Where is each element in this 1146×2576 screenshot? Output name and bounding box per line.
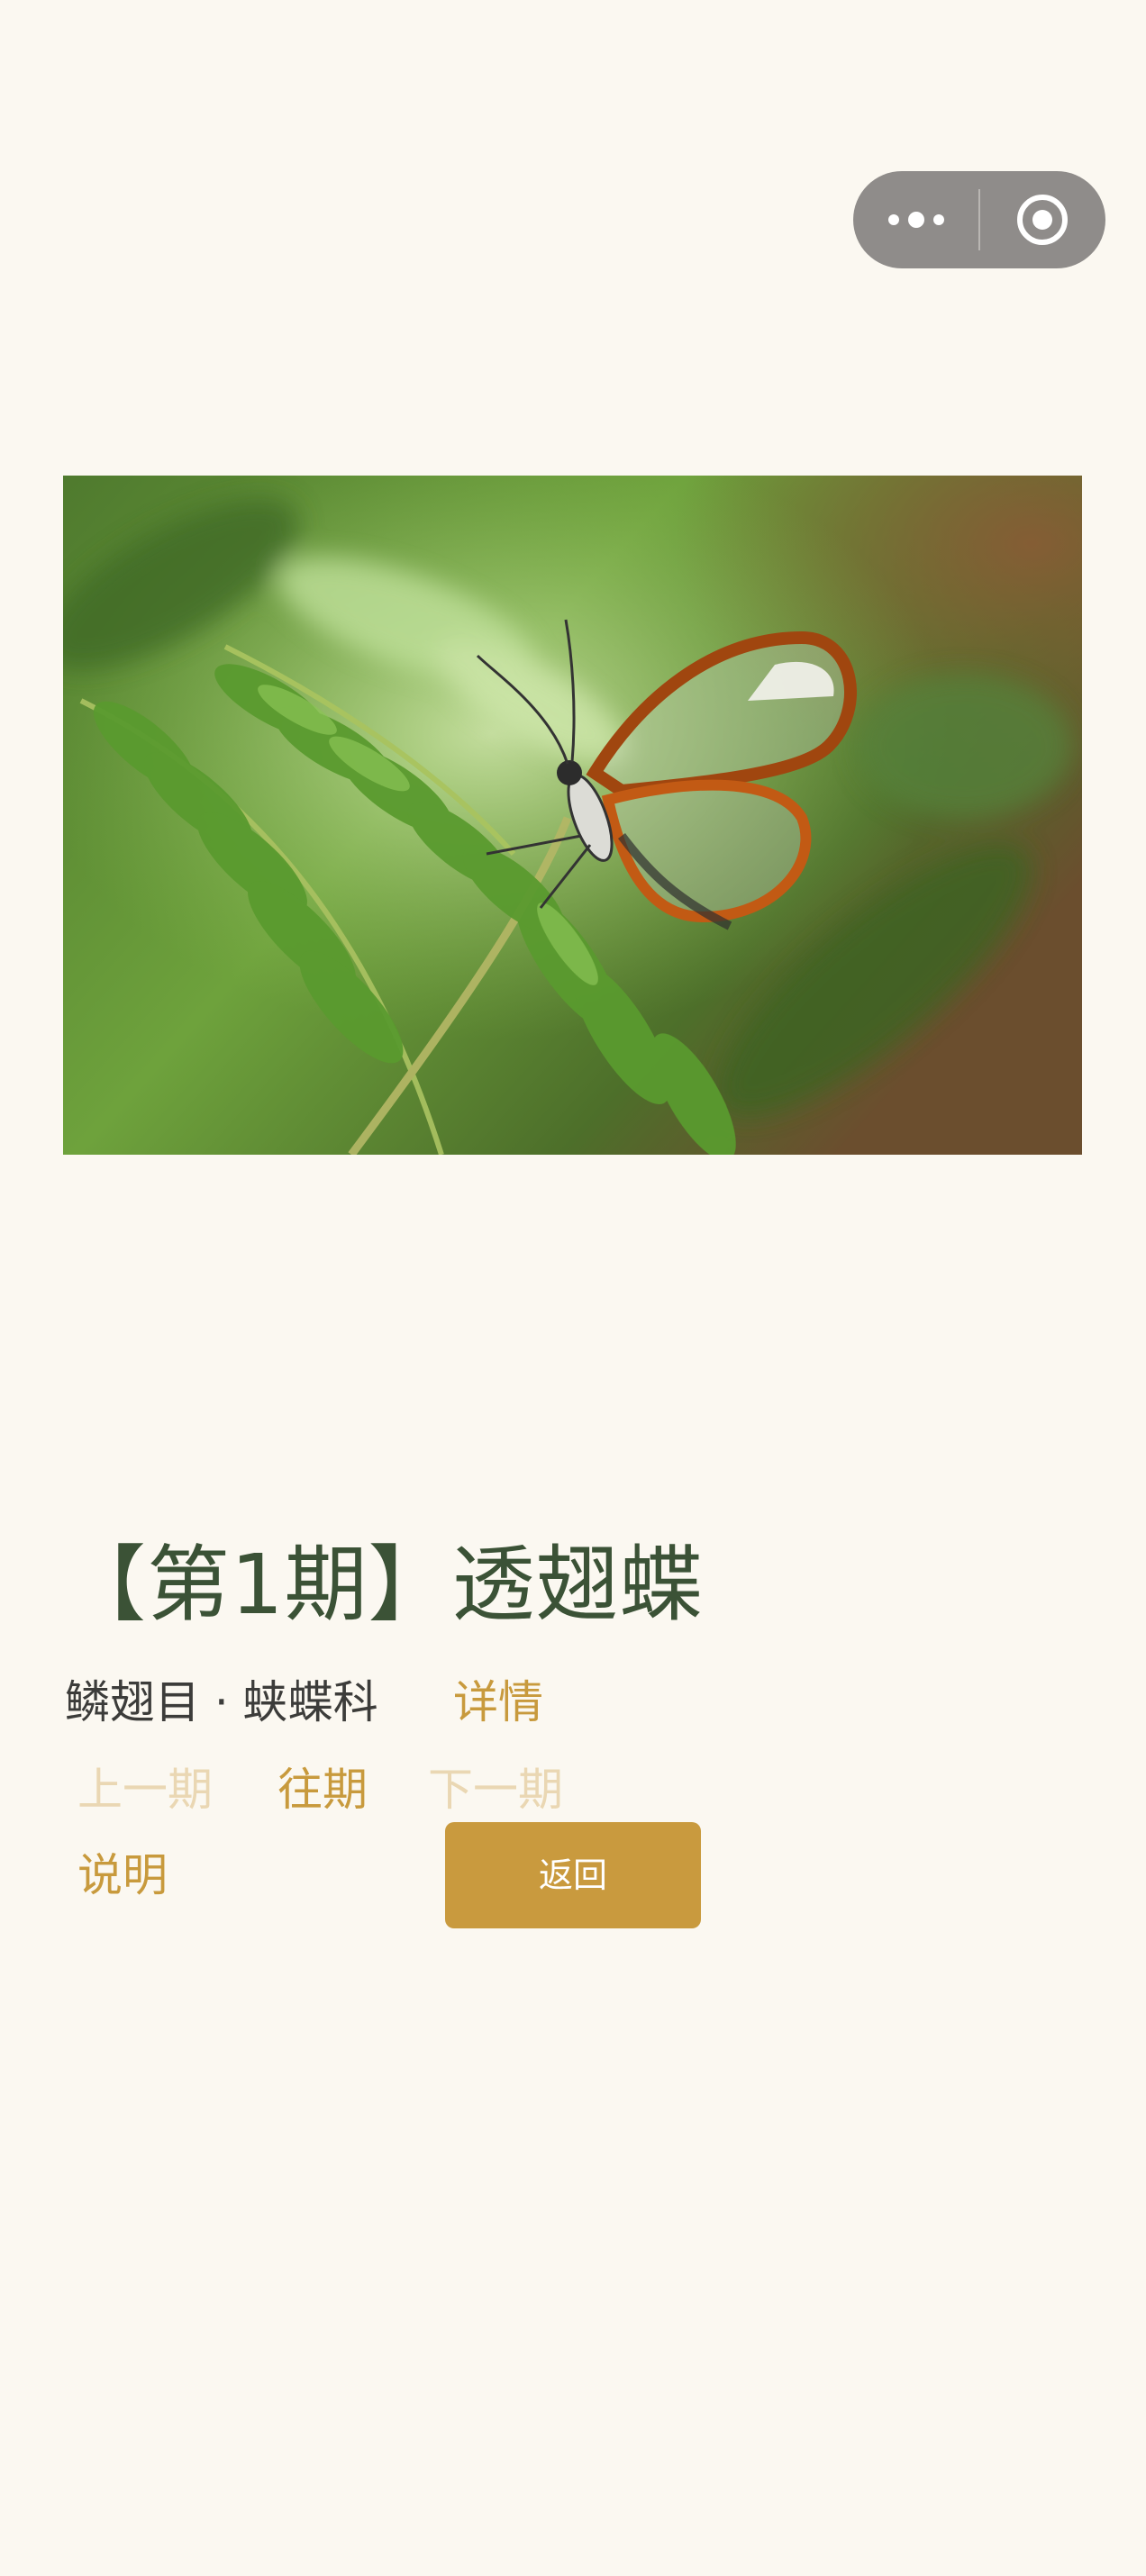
detail-link[interactable]: 详情 <box>453 1671 543 1734</box>
record-circle-icon <box>1017 195 1068 245</box>
back-button[interactable]: 返回 <box>445 1822 701 1928</box>
more-dots-icon <box>888 212 944 228</box>
archive-link[interactable]: 往期 <box>277 1758 368 1821</box>
explain-link[interactable]: 说明 <box>77 1844 168 1907</box>
prev-issue-link[interactable]: 上一期 <box>77 1758 213 1821</box>
issue-title: 【第1期】透翅蝶 <box>63 1537 704 1633</box>
taxonomy-text: 鳞翅目 · 蛱蝶科 <box>65 1676 378 1728</box>
capsule-menu <box>853 171 1105 268</box>
next-issue-link[interactable]: 下一期 <box>428 1758 563 1821</box>
more-button[interactable] <box>853 171 979 268</box>
glasswing-butterfly-photo <box>63 476 1082 1155</box>
close-button[interactable] <box>979 171 1105 268</box>
